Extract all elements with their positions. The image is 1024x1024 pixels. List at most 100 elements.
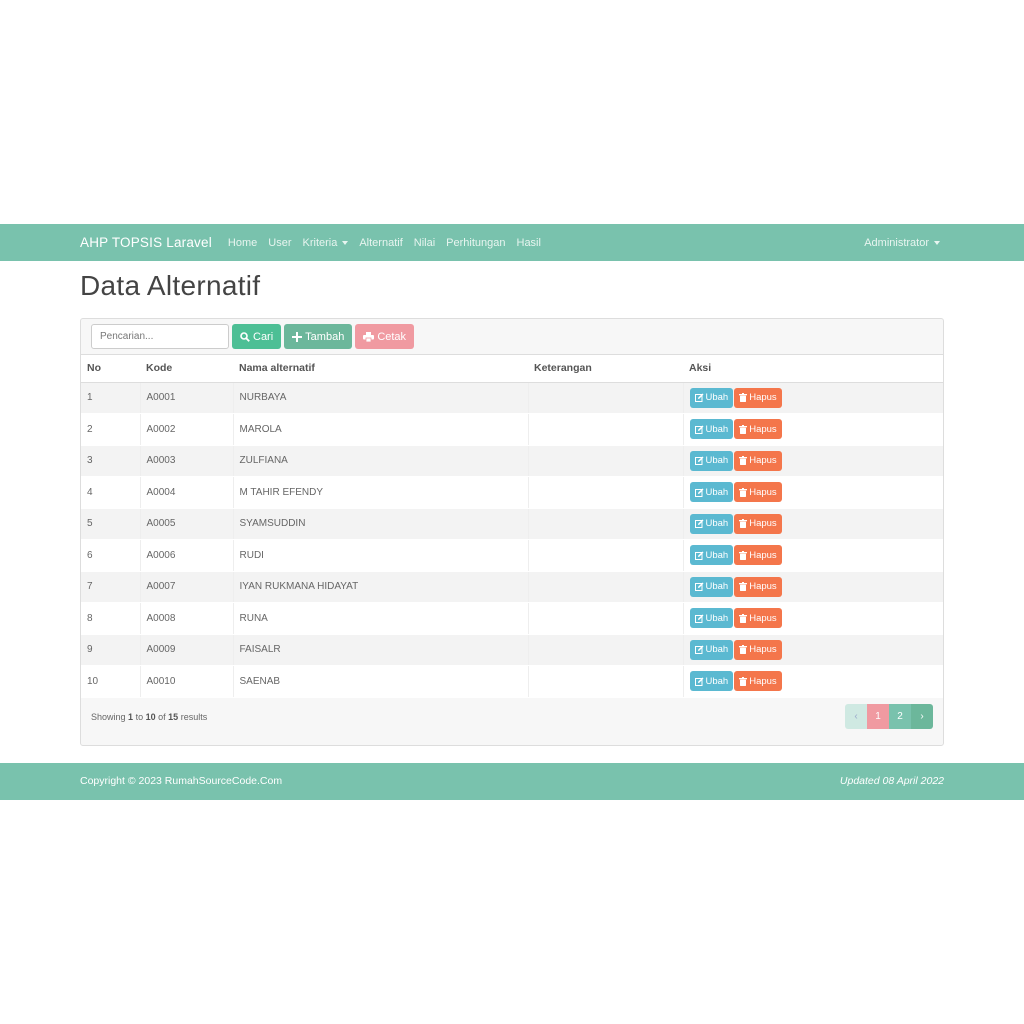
cell-nama: ZULFIANA	[232, 445, 528, 477]
delete-button[interactable]: Hapus	[734, 545, 782, 566]
cell-kode: A0001	[139, 382, 233, 414]
pagination-page-2[interactable]: 2	[889, 704, 911, 729]
table-body: 1 A0001 NURBAYA Ubah Hapus 2 A0002 MAROLA Ubah Ha…	[81, 382, 943, 698]
edit-button[interactable]: Ubah	[689, 387, 734, 408]
delete-button[interactable]: Hapus	[734, 576, 782, 597]
edit-button[interactable]: Ubah	[689, 639, 734, 660]
trash-icon	[739, 676, 748, 686]
cell-aksi: Ubah Hapus	[682, 571, 943, 603]
delete-button[interactable]: Hapus	[734, 671, 782, 692]
table-row: 2 A0002 MAROLA Ubah Hapus	[81, 413, 943, 446]
data-card: Cari Tambah Cetak No Kode Nama alternati…	[80, 318, 944, 746]
nav-nilai[interactable]: Nilai	[414, 237, 435, 249]
pagination-next[interactable]: ›	[911, 704, 933, 729]
cell-keterangan	[527, 413, 683, 446]
nav-alternatif[interactable]: Alternatif	[359, 237, 402, 249]
user-dropdown[interactable]: Administrator	[864, 237, 940, 249]
delete-button-label: Hapus	[749, 455, 777, 467]
cell-kode: A0010	[139, 665, 233, 698]
edit-button[interactable]: Ubah	[689, 608, 734, 629]
results-summary: Showing 1 to 10 of 15 results	[91, 712, 207, 722]
edit-button[interactable]: Ubah	[689, 513, 734, 534]
nav-hasil[interactable]: Hasil	[517, 237, 541, 249]
edit-button[interactable]: Ubah	[689, 576, 734, 597]
edit-button[interactable]: Ubah	[689, 671, 734, 692]
cell-keterangan	[527, 382, 683, 414]
delete-button[interactable]: Hapus	[734, 639, 782, 660]
cell-nama: IYAN RUKMANA HIDAYAT	[232, 571, 528, 603]
edit-button[interactable]: Ubah	[689, 419, 734, 440]
cell-aksi: Ubah Hapus	[682, 413, 943, 446]
delete-button[interactable]: Hapus	[734, 450, 782, 471]
col-header-no[interactable]: No	[81, 355, 140, 383]
user-menu: Administrator	[864, 224, 940, 261]
table-row: 5 A0005 SYAMSUDDIN Ubah Hapus	[81, 508, 943, 540]
col-header-nama[interactable]: Nama alternatif	[233, 355, 528, 383]
nav-user[interactable]: User	[268, 237, 291, 249]
print-button-label: Cetak	[377, 330, 407, 343]
cell-nama: MAROLA	[232, 413, 528, 446]
cell-no: 10	[81, 665, 140, 698]
table-row: 10 A0010 SAENAB Ubah Hapus	[81, 665, 943, 698]
delete-button[interactable]: Hapus	[734, 419, 782, 440]
edit-button-label: Ubah	[705, 486, 729, 498]
cell-aksi: Ubah Hapus	[682, 602, 943, 635]
trash-icon	[739, 550, 748, 560]
updated-text: Updated 08 April 2022	[839, 775, 944, 787]
trash-icon	[739, 519, 748, 529]
col-header-kode[interactable]: Kode	[140, 355, 233, 383]
table-row: 8 A0008 RUNA Ubah Hapus	[81, 602, 943, 635]
add-button[interactable]: Tambah	[284, 324, 353, 349]
search-button[interactable]: Cari	[232, 324, 282, 349]
edit-button-label: Ubah	[705, 455, 729, 467]
table-row: 1 A0001 NURBAYA Ubah Hapus	[81, 382, 943, 414]
cell-keterangan	[527, 476, 683, 509]
nav-kriteria-label: Kriteria	[302, 236, 338, 249]
delete-button[interactable]: Hapus	[734, 387, 782, 408]
copyright-text: Copyright © 2023 RumahSourceCode.Com	[80, 775, 283, 787]
search-button-label: Cari	[253, 330, 274, 343]
nav-home[interactable]: Home	[228, 237, 257, 249]
search-input[interactable]	[91, 324, 229, 349]
edit-icon	[694, 582, 703, 592]
caret-down-icon	[342, 240, 349, 245]
table-row: 3 A0003 ZULFIANA Ubah Hapus	[81, 445, 943, 477]
delete-button-label: Hapus	[749, 581, 777, 593]
col-header-keterangan[interactable]: Keterangan	[528, 355, 683, 383]
table-row: 6 A0006 RUDI Ubah Hapus	[81, 539, 943, 572]
nav-perhitungan[interactable]: Perhitungan	[446, 237, 505, 249]
edit-button[interactable]: Ubah	[689, 482, 734, 503]
edit-icon	[694, 677, 703, 686]
results-of-word: of	[158, 712, 166, 722]
cell-nama: RUNA	[232, 602, 528, 635]
pagination: ‹ 1 2 ›	[845, 704, 933, 729]
delete-button[interactable]: Hapus	[734, 482, 782, 503]
cell-keterangan	[527, 665, 683, 698]
delete-button[interactable]: Hapus	[734, 513, 782, 534]
cell-keterangan	[527, 445, 683, 477]
nav-kriteria-dropdown[interactable]: Kriteria	[303, 237, 349, 249]
pagination-prev[interactable]: ‹	[845, 704, 867, 729]
plus-icon	[292, 331, 303, 342]
delete-button-label: Hapus	[749, 644, 777, 656]
cell-no: 5	[81, 508, 140, 540]
edit-button[interactable]: Ubah	[689, 545, 734, 566]
delete-button[interactable]: Hapus	[734, 608, 782, 629]
toolbar: Cari Tambah Cetak	[81, 319, 943, 355]
edit-button-label: Ubah	[705, 392, 729, 404]
navbar-brand[interactable]: AHP TOPSIS Laravel	[80, 235, 212, 250]
delete-button-label: Hapus	[749, 486, 777, 498]
cell-kode: A0009	[139, 634, 233, 666]
cell-keterangan	[527, 602, 683, 635]
edit-icon	[694, 645, 703, 655]
print-button[interactable]: Cetak	[355, 324, 415, 349]
edit-button-label: Ubah	[705, 675, 729, 687]
pagination-page-1[interactable]: 1	[867, 704, 889, 729]
cell-aksi: Ubah Hapus	[682, 508, 943, 540]
cell-no: 1	[81, 382, 140, 414]
edit-icon	[694, 488, 703, 497]
edit-button[interactable]: Ubah	[689, 450, 734, 471]
col-header-aksi: Aksi	[683, 355, 943, 383]
trash-icon	[739, 424, 748, 434]
cell-no: 6	[81, 539, 140, 572]
